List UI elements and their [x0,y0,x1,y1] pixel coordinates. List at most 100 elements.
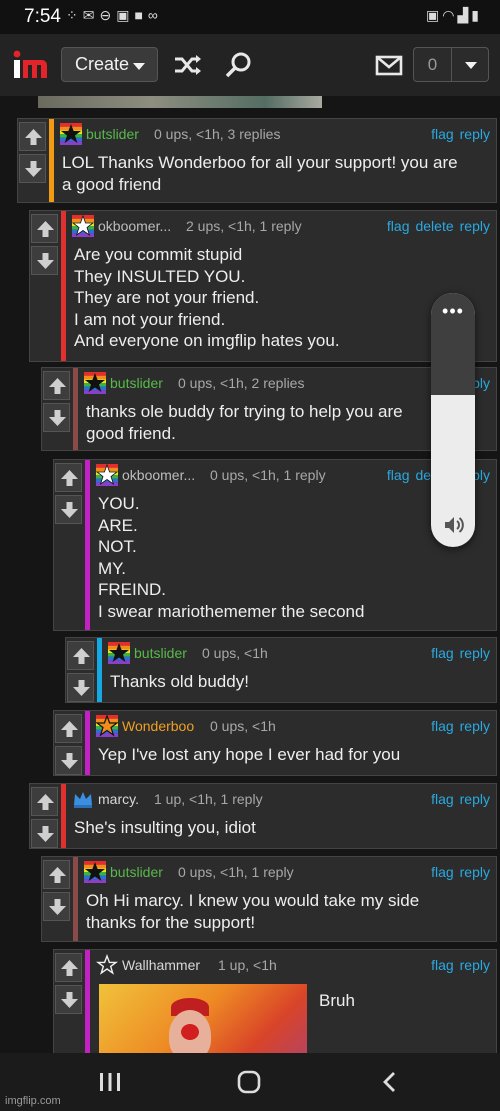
rainbow-white-star-avatar[interactable] [96,464,118,486]
upvote-button[interactable] [55,463,82,492]
comment: butslider 0 ups, <1h, 3 replies flag repl… [17,118,497,203]
mail-icon[interactable] [374,51,406,79]
flag-link[interactable]: flag [431,957,454,973]
comment: butslider 0 ups, <1h flag reply Thanks ol… [65,637,497,703]
upvote-button[interactable] [43,860,70,889]
square-icon: ■ [134,7,148,23]
upvote-button[interactable] [43,371,70,400]
username-link[interactable]: marcy. [98,791,139,807]
username-link[interactable]: okboomer... [122,467,195,483]
comment-text: YOU. ARE. NOT. MY. FREIND. I swear mario… [98,494,365,621]
upvote-button[interactable] [31,214,58,243]
rainbow-star-avatar[interactable] [84,861,106,883]
reply-link[interactable]: reply [460,218,490,234]
rainbow-star-avatar[interactable] [60,123,82,145]
arrow-up-icon [37,221,54,237]
downvote-button[interactable] [31,246,58,275]
reply-link[interactable]: reply [460,791,490,807]
speaker-icon[interactable] [443,515,465,535]
downvote-button[interactable] [19,154,46,183]
imgflip-logo[interactable] [12,50,48,80]
downvote-button[interactable] [43,892,70,921]
comment-actions: flag reply [425,645,490,661]
blue-crown-avatar[interactable] [72,788,94,810]
downvote-button[interactable] [55,495,82,524]
thread-bar [85,460,90,630]
comment: butslider 0 ups, <1h, 1 reply flag reply … [41,856,497,942]
downvote-button[interactable] [55,985,82,1014]
arrow-down-icon [37,253,54,269]
username-link[interactable]: butslider [110,375,163,391]
flag-link[interactable]: flag [431,791,454,807]
username-link[interactable]: okboomer... [98,218,171,234]
comment-meta: 0 ups, <1h, 1 reply [210,467,326,483]
upvote-button[interactable] [31,787,58,816]
thread-bar [85,711,90,775]
volume-slider[interactable]: ••• [431,293,475,547]
downvote-button[interactable] [55,746,82,775]
upvote-button[interactable] [19,122,46,151]
arrow-down-icon [61,502,78,518]
comment-meta: 2 ups, <1h, 1 reply [186,218,302,234]
outline-star-avatar[interactable] [96,954,118,976]
flag-link[interactable]: flag [387,467,410,483]
reply-link[interactable]: reply [460,126,490,142]
comment: marcy. 1 up, <1h, 1 reply flag reply She'… [29,783,497,849]
rainbow-star-avatar[interactable] [84,372,106,394]
comment-text: Yep I've lost any hope I ever had for yo… [98,745,401,764]
arrow-up-icon [37,794,54,810]
flag-link[interactable]: flag [431,864,454,880]
thread-bar [49,119,54,202]
flag-link[interactable]: flag [387,218,410,234]
comment: Wonderboo 0 ups, <1h flag reply Yep I've … [53,710,497,776]
username-link[interactable]: butslider [86,126,139,142]
clown-nose [181,1024,199,1040]
comment-meta: 1 up, <1h [218,957,277,973]
comment-text: LOL Thanks Wonderboo for all your suppor… [62,153,458,194]
comment-actions: flag reply [425,864,490,880]
battery-icon: ▮ [471,7,482,23]
reply-link[interactable]: reply [460,645,490,661]
rainbow-white-star-avatar[interactable] [72,215,94,237]
reply-link[interactable]: reply [460,718,490,734]
flag-link[interactable]: flag [431,126,454,142]
back-icon[interactable] [380,1071,398,1093]
downvote-button[interactable] [31,819,58,848]
search-icon[interactable] [223,51,255,79]
shuffle-icon[interactable] [172,51,204,79]
notification-count: 0 [414,48,452,81]
notifications-button[interactable]: 0 [413,47,489,82]
downvote-button[interactable] [43,403,70,432]
username-link[interactable]: Wallhammer [122,957,200,973]
upvote-button[interactable] [67,641,94,670]
top-navigation-bar: Create 0 [0,34,500,96]
delete-link[interactable]: delete [415,218,453,234]
recent-apps-icon[interactable] [98,1072,122,1092]
comment-text: Are you commit stupid They INSULTED YOU.… [74,245,340,350]
comment-actions: flag reply [425,126,490,142]
flag-link[interactable]: flag [431,718,454,734]
create-button[interactable]: Create [61,47,158,82]
upvote-button[interactable] [55,953,82,982]
arrow-up-icon [25,129,42,145]
arrow-down-icon [73,680,90,696]
arrow-down-icon [49,899,66,915]
reply-link[interactable]: reply [460,864,490,880]
meme-image[interactable] [99,984,307,1053]
arrow-down-icon [37,826,54,842]
flag-link[interactable]: flag [431,645,454,661]
username-link[interactable]: Wonderboo [122,718,194,734]
downvote-button[interactable] [67,673,94,702]
rainbow-star-avatar[interactable] [108,642,130,664]
reply-link[interactable]: reply [460,957,490,973]
comment-text: Oh Hi marcy. I knew you would take my si… [86,891,420,932]
rainbow-orange-star-avatar[interactable] [96,715,118,737]
comment-actions: flag reply [425,718,490,734]
comment-actions: flag delete reply [381,218,490,234]
wifi-icon: ◠ [442,7,458,23]
upvote-button[interactable] [55,714,82,743]
username-link[interactable]: butslider [110,864,163,880]
home-icon[interactable] [237,1070,261,1094]
username-link[interactable]: butslider [134,645,187,661]
more-dots-icon[interactable]: ••• [431,301,475,322]
